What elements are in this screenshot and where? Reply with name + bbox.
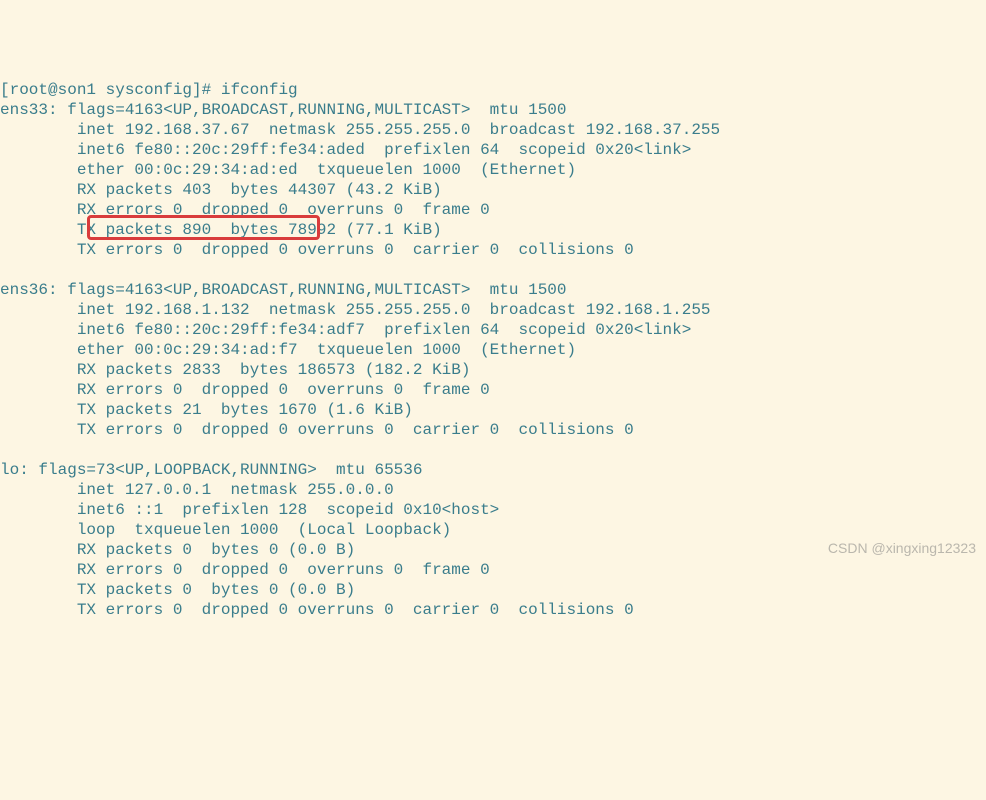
iface-ens33-tx-errors: TX errors 0 dropped 0 overruns 0 carrier… [0, 241, 634, 259]
iface-ens33-tx-packets: TX packets 890 bytes 78992 (77.1 KiB) [0, 221, 442, 239]
shell-prompt-line: [root@son1 sysconfig]# ifconfig [0, 81, 298, 99]
iface-ens36-tx-errors: TX errors 0 dropped 0 overruns 0 carrier… [0, 421, 634, 439]
iface-ens36-rx-packets: RX packets 2833 bytes 186573 (182.2 KiB) [0, 361, 470, 379]
iface-ens33-rx-errors: RX errors 0 dropped 0 overruns 0 frame 0 [0, 201, 490, 219]
iface-ens36-rx-errors: RX errors 0 dropped 0 overruns 0 frame 0 [0, 381, 490, 399]
iface-ens36-inet6: inet6 fe80::20c:29ff:fe34:adf7 prefixlen… [0, 321, 691, 339]
iface-lo-tx-errors: TX errors 0 dropped 0 overruns 0 carrier… [0, 601, 634, 619]
iface-ens33-ether: ether 00:0c:29:34:ad:ed txqueuelen 1000 … [0, 161, 576, 179]
iface-lo-rx-packets: RX packets 0 bytes 0 (0.0 B) [0, 541, 355, 559]
iface-ens36-inet: inet 192.168.1.132 netmask 255.255.255.0… [0, 301, 711, 319]
iface-lo-tx-packets: TX packets 0 bytes 0 (0.0 B) [0, 581, 355, 599]
iface-ens33-header: ens33: flags=4163<UP,BROADCAST,RUNNING,M… [0, 101, 567, 119]
iface-lo-inet: inet 127.0.0.1 netmask 255.0.0.0 [0, 481, 394, 499]
iface-ens33-inet6: inet6 fe80::20c:29ff:fe34:aded prefixlen… [0, 141, 691, 159]
iface-ens36-header: ens36: flags=4163<UP,BROADCAST,RUNNING,M… [0, 281, 567, 299]
iface-lo-header: lo: flags=73<UP,LOOPBACK,RUNNING> mtu 65… [0, 461, 422, 479]
iface-lo-inet6: inet6 ::1 prefixlen 128 scopeid 0x10<hos… [0, 501, 499, 519]
watermark: CSDN @xingxing12323 [828, 538, 976, 558]
iface-ens36-ether: ether 00:0c:29:34:ad:f7 txqueuelen 1000 … [0, 341, 576, 359]
iface-ens33-rx-packets: RX packets 403 bytes 44307 (43.2 KiB) [0, 181, 442, 199]
iface-ens36-tx-packets: TX packets 21 bytes 1670 (1.6 KiB) [0, 401, 413, 419]
iface-lo-loop: loop txqueuelen 1000 (Local Loopback) [0, 521, 451, 539]
iface-lo-rx-errors: RX errors 0 dropped 0 overruns 0 frame 0 [0, 561, 490, 579]
iface-ens33-inet: inet 192.168.37.67 netmask 255.255.255.0… [0, 121, 720, 139]
